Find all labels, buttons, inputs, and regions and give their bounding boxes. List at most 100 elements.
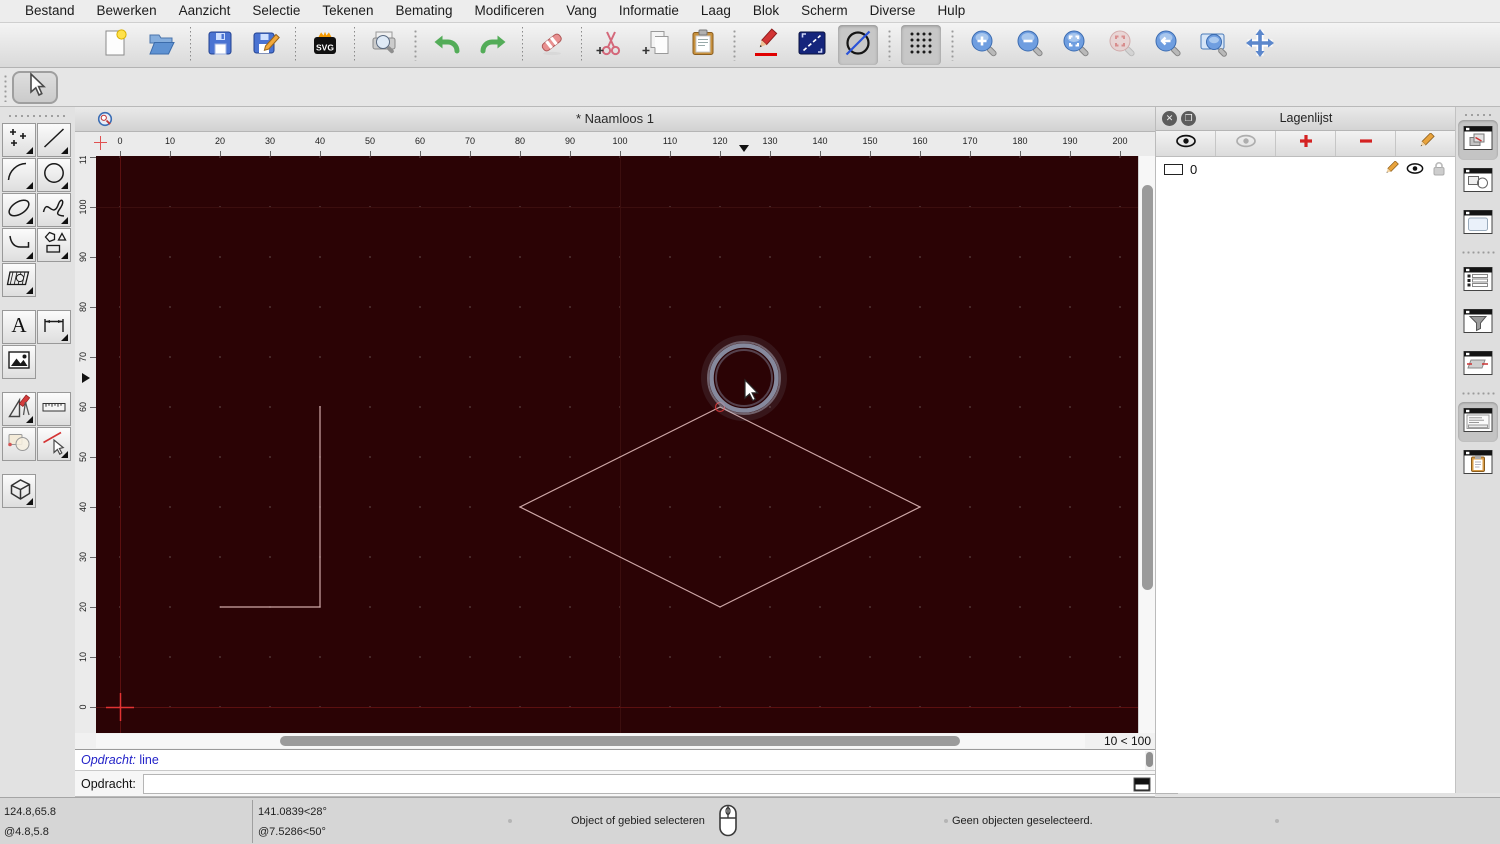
vertical-scrollbar[interactable] <box>1138 156 1155 733</box>
save-as-button[interactable] <box>246 25 286 65</box>
menu-hulp[interactable]: Hulp <box>926 0 976 22</box>
toolbar-drag-handle[interactable] <box>887 29 892 61</box>
command-input[interactable] <box>143 774 1178 794</box>
menu-blok[interactable]: Blok <box>742 0 790 22</box>
toolbar-drag-handle[interactable] <box>950 29 955 61</box>
drafting-tool-button[interactable] <box>2 392 36 426</box>
solid-tool-button[interactable] <box>2 474 36 508</box>
print-preview-button[interactable] <box>364 25 404 65</box>
save-button[interactable] <box>200 25 240 65</box>
menu-bewerken[interactable]: Bewerken <box>86 0 168 22</box>
svg-export-button[interactable]: SVG <box>305 25 345 65</box>
command-history-scrollbar[interactable] <box>1145 751 1154 770</box>
dock-strip-handle[interactable] <box>1463 112 1493 118</box>
copy-button[interactable] <box>637 25 677 65</box>
save-icon <box>205 28 235 63</box>
line-properties-button[interactable] <box>792 25 832 65</box>
dimension-tool-button[interactable] <box>37 310 71 344</box>
zoom-window-button[interactable] <box>1194 25 1234 65</box>
new-file-button[interactable] <box>95 25 135 65</box>
add-layer-button[interactable] <box>1276 131 1336 156</box>
command-history-scrollbar-thumb[interactable] <box>1146 752 1153 767</box>
remove-layer-button[interactable] <box>1336 131 1396 156</box>
command-history-line: Opdracht: line <box>81 753 159 767</box>
modify-tool-button[interactable] <box>2 427 36 461</box>
zoom-in-button[interactable] <box>964 25 1004 65</box>
zoom-previous-icon <box>1153 28 1183 63</box>
zoom-selection-button[interactable] <box>1102 25 1142 65</box>
text-tool-button[interactable]: A <box>2 310 36 344</box>
property-editor-panel-toggle[interactable] <box>1458 261 1498 301</box>
pen-color-button[interactable] <box>746 25 786 65</box>
vertical-scrollbar-thumb[interactable] <box>1142 185 1153 590</box>
menu-bar: Bestand Bewerken Aanzicht Selectie Tekenen Be… <box>0 0 1500 23</box>
menu-bestand[interactable]: Bestand <box>14 0 86 22</box>
menu-selectie[interactable]: Selectie <box>241 0 311 22</box>
toolbar-drag-handle[interactable] <box>732 29 737 61</box>
show-all-layers-eye-button[interactable] <box>1156 131 1216 156</box>
layer-lock-icon[interactable] <box>1430 161 1448 179</box>
menu-tekenen[interactable]: Tekenen <box>311 0 384 22</box>
layer-row[interactable]: 0 <box>1156 157 1456 182</box>
document-window: * Naamloos 1 0 10 20 30 40 50 60 70 80 90 100 110 12… <box>75 107 1155 749</box>
edit-layer-button[interactable] <box>1396 131 1456 156</box>
arc-tool-icon <box>6 160 32 191</box>
drawing-canvas[interactable] <box>96 156 1138 733</box>
document-titlebar[interactable]: * Naamloos 1 <box>75 107 1155 132</box>
zoom-auto-button[interactable] <box>1056 25 1096 65</box>
menu-informatie[interactable]: Informatie <box>608 0 690 22</box>
layer-list-panel-toggle[interactable] <box>1458 120 1498 160</box>
measure-tool-button[interactable] <box>37 392 71 426</box>
layer-visible-eye-icon[interactable] <box>1406 161 1424 179</box>
circle-tool-button[interactable] <box>37 158 71 192</box>
absolute-polar-coordinates: 141.0839<28° <box>258 806 327 818</box>
point-tool-button[interactable] <box>2 123 36 157</box>
modify-tools-panel-toggle[interactable] <box>1458 345 1498 385</box>
horizontal-scrollbar[interactable] <box>96 734 1085 748</box>
polygon-tool-button[interactable] <box>37 228 71 262</box>
trim-tool-button[interactable] <box>37 427 71 461</box>
zoom-previous-button[interactable] <box>1148 25 1188 65</box>
undo-button[interactable] <box>427 25 467 65</box>
grid-toggle-button[interactable] <box>901 25 941 65</box>
image-tool-button[interactable] <box>2 345 36 379</box>
pan-button[interactable] <box>1240 25 1280 65</box>
console-window-button[interactable] <box>1132 775 1152 793</box>
menu-laag[interactable]: Laag <box>690 0 742 22</box>
menu-bemating[interactable]: Bemating <box>384 0 463 22</box>
h-ruler-cursor-marker <box>739 145 749 152</box>
spline-tool-button[interactable] <box>37 193 71 227</box>
library-browser-panel-toggle[interactable] <box>1458 204 1498 244</box>
open-file-button[interactable] <box>141 25 181 65</box>
paste-button[interactable] <box>683 25 723 65</box>
selection-filter-panel-toggle[interactable] <box>1458 303 1498 343</box>
layer-edit-pencil-icon[interactable] <box>1382 159 1400 179</box>
ellipse-tool-button[interactable] <box>2 193 36 227</box>
redo-button[interactable] <box>473 25 513 65</box>
block-list-panel-toggle[interactable] <box>1458 162 1498 202</box>
polyline-tool-button[interactable] <box>2 228 36 262</box>
layer-color-swatch[interactable] <box>1164 164 1183 175</box>
toggle-hidden-eye-button[interactable] <box>1216 131 1276 156</box>
toolbar-drag-handle[interactable] <box>413 29 418 61</box>
erase-button[interactable] <box>532 25 572 65</box>
clipboard-panel-toggle[interactable] <box>1458 444 1498 484</box>
line-tool-button[interactable] <box>37 123 71 157</box>
zoom-out-button[interactable] <box>1010 25 1050 65</box>
menu-aanzicht[interactable]: Aanzicht <box>168 0 242 22</box>
select-tool-button[interactable] <box>12 71 58 104</box>
horizontal-scrollbar-thumb[interactable] <box>280 736 960 746</box>
palette-drag-handle[interactable] <box>6 113 69 119</box>
construction-mode-button[interactable] <box>838 25 878 65</box>
solid-tool-icon <box>6 476 32 507</box>
menu-modificeren[interactable]: Modificeren <box>464 0 556 22</box>
cut-button[interactable] <box>591 25 631 65</box>
hatch-tool-button[interactable] <box>2 263 36 297</box>
cut-icon <box>596 28 626 63</box>
toolbar-drag-handle[interactable] <box>3 74 8 102</box>
command-line-panel-toggle[interactable] <box>1458 402 1498 442</box>
menu-vang[interactable]: Vang <box>555 0 608 22</box>
menu-scherm[interactable]: Scherm <box>790 0 859 22</box>
menu-diverse[interactable]: Diverse <box>859 0 927 22</box>
arc-tool-button[interactable] <box>2 158 36 192</box>
